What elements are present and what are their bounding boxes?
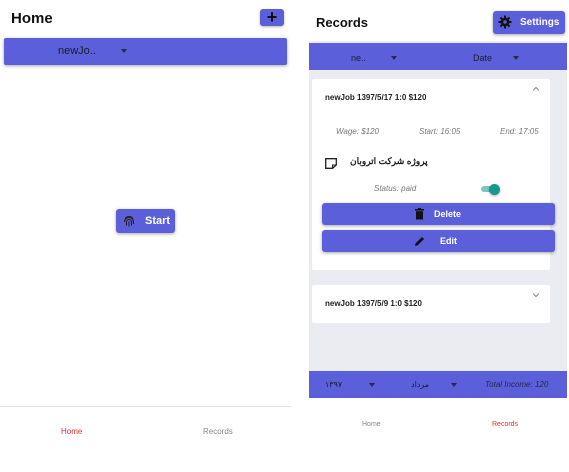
page-title: Home [11, 10, 53, 27]
summary-bar: ۱۳۹۷ مرداد Total Income: 120 [309, 371, 567, 398]
delete-button-label: Delete [434, 209, 462, 219]
tab-home[interactable]: Home [61, 427, 82, 436]
date-filter-caret-icon[interactable] [513, 56, 519, 60]
settings-button[interactable]: Settings [493, 11, 565, 34]
page-title: Records [316, 15, 369, 30]
start-button-label: Start [145, 215, 171, 227]
job-filter-caret-icon[interactable] [391, 56, 397, 60]
tab-home[interactable]: Home [362, 421, 381, 428]
year-filter-value[interactable]: ۱۳۹۷ [325, 380, 342, 389]
date-filter-value[interactable]: Date [473, 53, 492, 63]
start-button[interactable]: Start [116, 209, 175, 233]
month-filter-value[interactable]: مرداد [411, 380, 429, 389]
chevron-up-icon[interactable] [532, 85, 540, 93]
pencil-icon [415, 237, 424, 246]
record-header[interactable]: newJob 1397/5/9 1:0 $120 [325, 299, 422, 308]
record-start-time: Start: 16:05 [419, 127, 461, 136]
tab-records[interactable]: Records [203, 427, 233, 436]
record-header[interactable]: newJob 1397/5/17 1:0 $120 [325, 93, 426, 102]
record-card: newJob 1397/5/17 1:0 $120 Wage: $120 Sta… [312, 79, 555, 270]
tab-records[interactable]: Records [492, 421, 518, 428]
record-note: پروژه شرکت اتروبان [350, 156, 428, 166]
records-content: ne.. Date newJob 1397/5/17 1:0 $120 Wage… [309, 41, 567, 398]
record-status: Status: paid [374, 184, 417, 193]
filter-bar: ne.. Date [309, 43, 567, 70]
bottom-tab-bar: Home Records [0, 406, 291, 472]
edit-button-label: Edit [440, 236, 457, 246]
edit-button[interactable]: Edit [322, 230, 555, 252]
gear-icon [498, 15, 512, 29]
screen-divider [291, 0, 299, 472]
record-end-time: End: 17:05 [500, 127, 539, 136]
month-filter-caret-icon[interactable] [451, 383, 457, 387]
note-icon [325, 158, 337, 169]
fingerprint-icon [123, 216, 135, 227]
settings-button-label: Settings [520, 17, 560, 28]
job-dropdown-value: newJo.. [58, 45, 96, 57]
chevron-down-icon[interactable] [532, 291, 540, 299]
bottom-tab-bar: Home Records [299, 403, 569, 472]
job-dropdown[interactable]: newJo.. [4, 38, 287, 65]
paid-toggle[interactable] [481, 184, 501, 195]
dropdown-caret-icon [121, 49, 127, 53]
trash-icon [415, 208, 424, 220]
year-filter-caret-icon[interactable] [369, 383, 375, 387]
delete-button[interactable]: Delete [322, 203, 555, 225]
total-income: Total Income: 120 [485, 380, 549, 389]
add-job-button[interactable]: + [260, 8, 284, 26]
job-filter-value[interactable]: ne.. [351, 53, 366, 63]
record-card[interactable]: newJob 1397/5/9 1:0 $120 [312, 285, 550, 323]
records-screen: Records Settings ne.. Date newJob 1397/5… [299, 0, 569, 472]
record-wage: Wage: $120 [336, 127, 379, 136]
home-screen: Home + newJo.. Start Home Records [0, 0, 291, 472]
